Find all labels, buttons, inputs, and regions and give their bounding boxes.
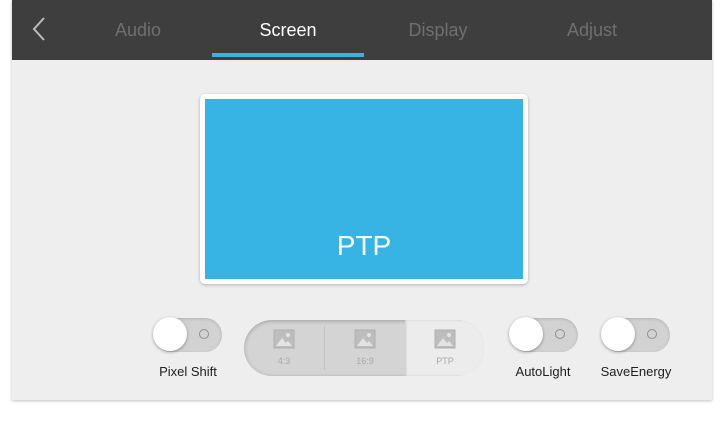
- toggle-knob: [153, 317, 187, 351]
- aspect-option-ptp[interactable]: PTP: [405, 320, 484, 376]
- image-icon: [354, 329, 376, 349]
- toggle-knob: [509, 317, 543, 351]
- toggle-off-indicator: [199, 329, 209, 339]
- toggle-off-indicator: [647, 329, 657, 339]
- toggle-knob: [601, 317, 635, 351]
- toggle-off-indicator: [555, 329, 565, 339]
- aspect-option-16-9[interactable]: 16:9: [325, 320, 405, 376]
- aspect-preview-frame: PTP: [200, 94, 528, 284]
- tab-audio[interactable]: Audio: [88, 0, 188, 60]
- aspect-preview: PTP: [205, 99, 523, 279]
- tab-screen[interactable]: Screen: [238, 0, 338, 60]
- top-navigation-bar: Audio Screen Display Adjust: [12, 0, 712, 60]
- autolight-toggle[interactable]: [509, 317, 578, 352]
- aspect-option-label: 16:9: [356, 356, 374, 366]
- saveenergy-label: SaveEnergy: [600, 364, 672, 379]
- settings-window: Audio Screen Display Adjust PTP Pixel Sh…: [12, 0, 712, 400]
- image-icon: [434, 329, 456, 349]
- active-tab-indicator: [212, 53, 364, 57]
- autolight-label: AutoLight: [515, 364, 571, 379]
- saveenergy-toggle[interactable]: [601, 317, 670, 352]
- tab-display[interactable]: Display: [388, 0, 488, 60]
- aspect-option-label: PTP: [436, 356, 454, 366]
- aspect-ratio-selector: 4:3 16:9 PTP: [244, 320, 484, 376]
- aspect-option-4-3[interactable]: 4:3: [244, 320, 324, 376]
- preview-label: PTP: [336, 230, 392, 261]
- pixel-shift-label: Pixel Shift: [159, 364, 217, 379]
- back-button[interactable]: [26, 12, 56, 46]
- chevron-left-icon: [32, 17, 45, 41]
- aspect-option-label: 4:3: [277, 356, 291, 366]
- image-icon: [273, 329, 295, 349]
- tab-adjust[interactable]: Adjust: [542, 0, 642, 60]
- pixel-shift-toggle[interactable]: [153, 317, 222, 352]
